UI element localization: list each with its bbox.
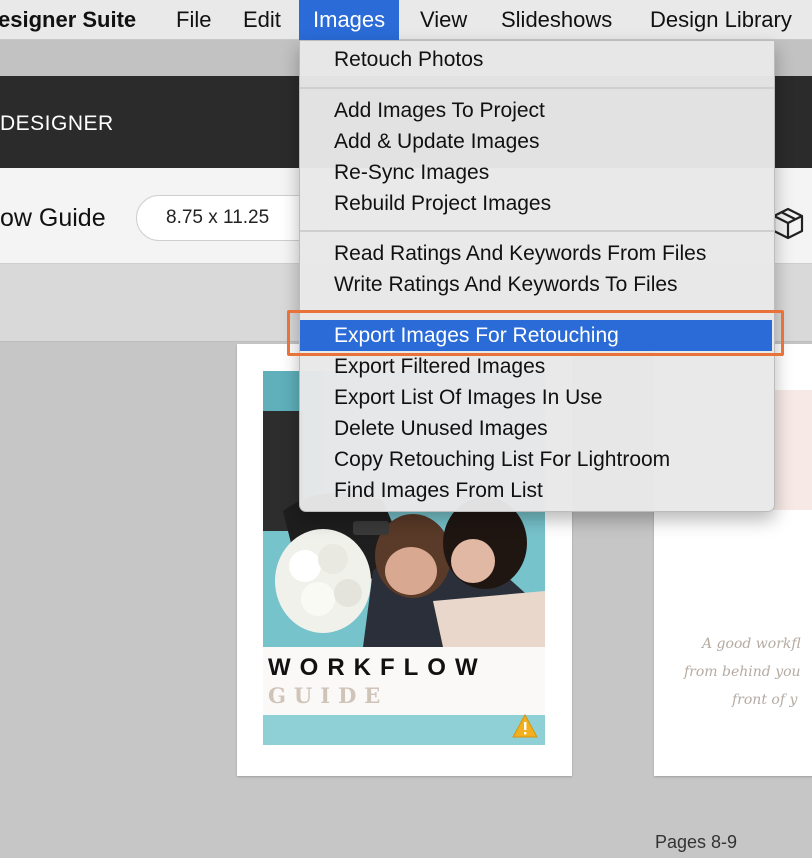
menu-item-write-ratings[interactable]: Write Ratings And Keywords To Files: [300, 269, 772, 300]
menu-item-resync-images[interactable]: Re-Sync Images: [300, 157, 772, 188]
menu-item-find-images-from-list[interactable]: Find Images From List: [300, 475, 772, 506]
menu-design-library[interactable]: Design Library: [650, 0, 792, 40]
menu-images[interactable]: Images: [299, 0, 400, 40]
menu-file[interactable]: File: [176, 0, 211, 40]
menu-separator: [300, 87, 774, 89]
menu-view[interactable]: View: [420, 0, 467, 40]
menu-item-copy-retouching-list[interactable]: Copy Retouching List For Lightroom: [300, 444, 772, 475]
cover-subtitle: GUIDE: [268, 683, 389, 708]
menu-slideshows[interactable]: Slideshows: [501, 0, 612, 40]
menu-item-delete-unused-images[interactable]: Delete Unused Images: [300, 413, 772, 444]
menu-bar: esigner Suite File Edit Images View Slid…: [0, 0, 812, 40]
quote-line: front of y: [732, 692, 798, 708]
menu-item-export-list-of-images[interactable]: Export List Of Images In Use: [300, 382, 772, 413]
book-size-selector[interactable]: 8.75 x 11.25: [136, 195, 326, 241]
menu-item-retouch-photos[interactable]: Retouch Photos: [300, 44, 772, 75]
menu-app-name[interactable]: esigner Suite: [0, 0, 136, 40]
callout-highlight: [287, 310, 784, 356]
quote-line: A good workfl: [702, 636, 801, 652]
menu-edit[interactable]: Edit: [243, 0, 281, 40]
cover-title: WORKFLOW: [268, 654, 487, 681]
cover-bottom-photo: [263, 715, 545, 745]
project-name[interactable]: ow Guide: [0, 204, 106, 233]
pages-label: Pages 8-9: [655, 832, 738, 852]
menu-item-read-ratings[interactable]: Read Ratings And Keywords From Files: [300, 238, 772, 269]
warning-icon[interactable]: [512, 714, 538, 738]
menu-item-add-images-to-project[interactable]: Add Images To Project: [300, 95, 772, 126]
app-title: DESIGNER: [0, 112, 114, 135]
menu-separator: [300, 230, 774, 232]
quote-line: from behind you: [684, 664, 801, 680]
menu-item-rebuild-project-images[interactable]: Rebuild Project Images: [300, 188, 772, 219]
menu-item-add-update-images[interactable]: Add & Update Images: [300, 126, 772, 157]
